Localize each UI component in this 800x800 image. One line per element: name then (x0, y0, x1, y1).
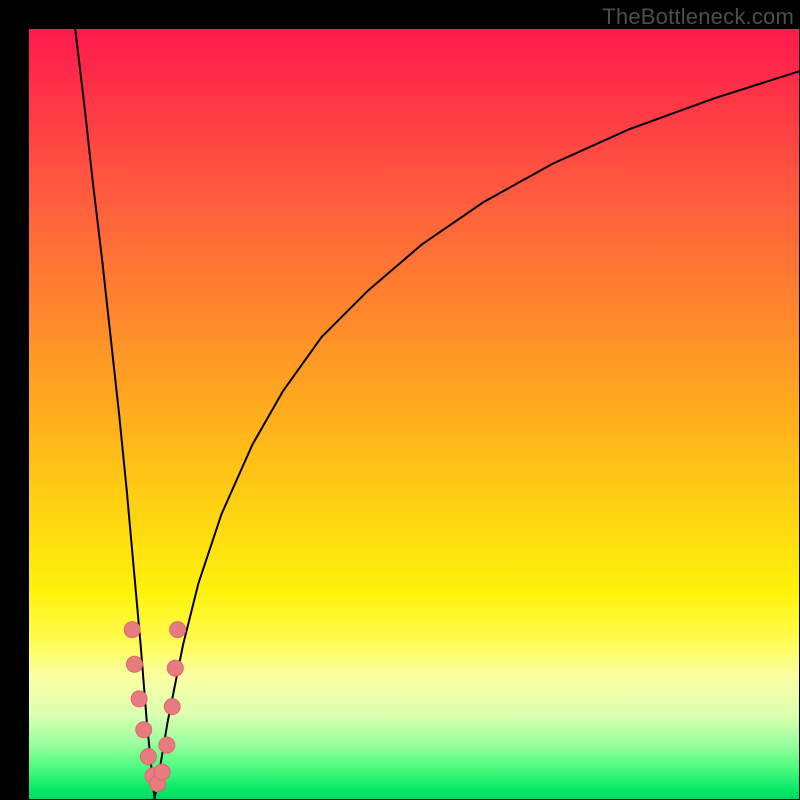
watermark-text: TheBottleneck.com (602, 4, 794, 30)
highlight-marker (154, 764, 170, 780)
highlight-marker (124, 622, 140, 638)
bottleneck-curve-right (155, 71, 799, 799)
highlight-marker (164, 699, 180, 715)
highlight-marker (140, 749, 156, 765)
bottleneck-curve-left (75, 29, 154, 799)
plot-area (29, 29, 799, 799)
curve-layer (29, 29, 799, 799)
highlight-marker (159, 737, 175, 753)
highlight-marker (131, 691, 147, 707)
chart-frame: TheBottleneck.com (0, 0, 800, 800)
highlight-marker (170, 622, 186, 638)
highlight-marker (136, 722, 152, 738)
highlight-markers (124, 622, 185, 792)
highlight-marker (126, 656, 142, 672)
highlight-marker (167, 660, 183, 676)
